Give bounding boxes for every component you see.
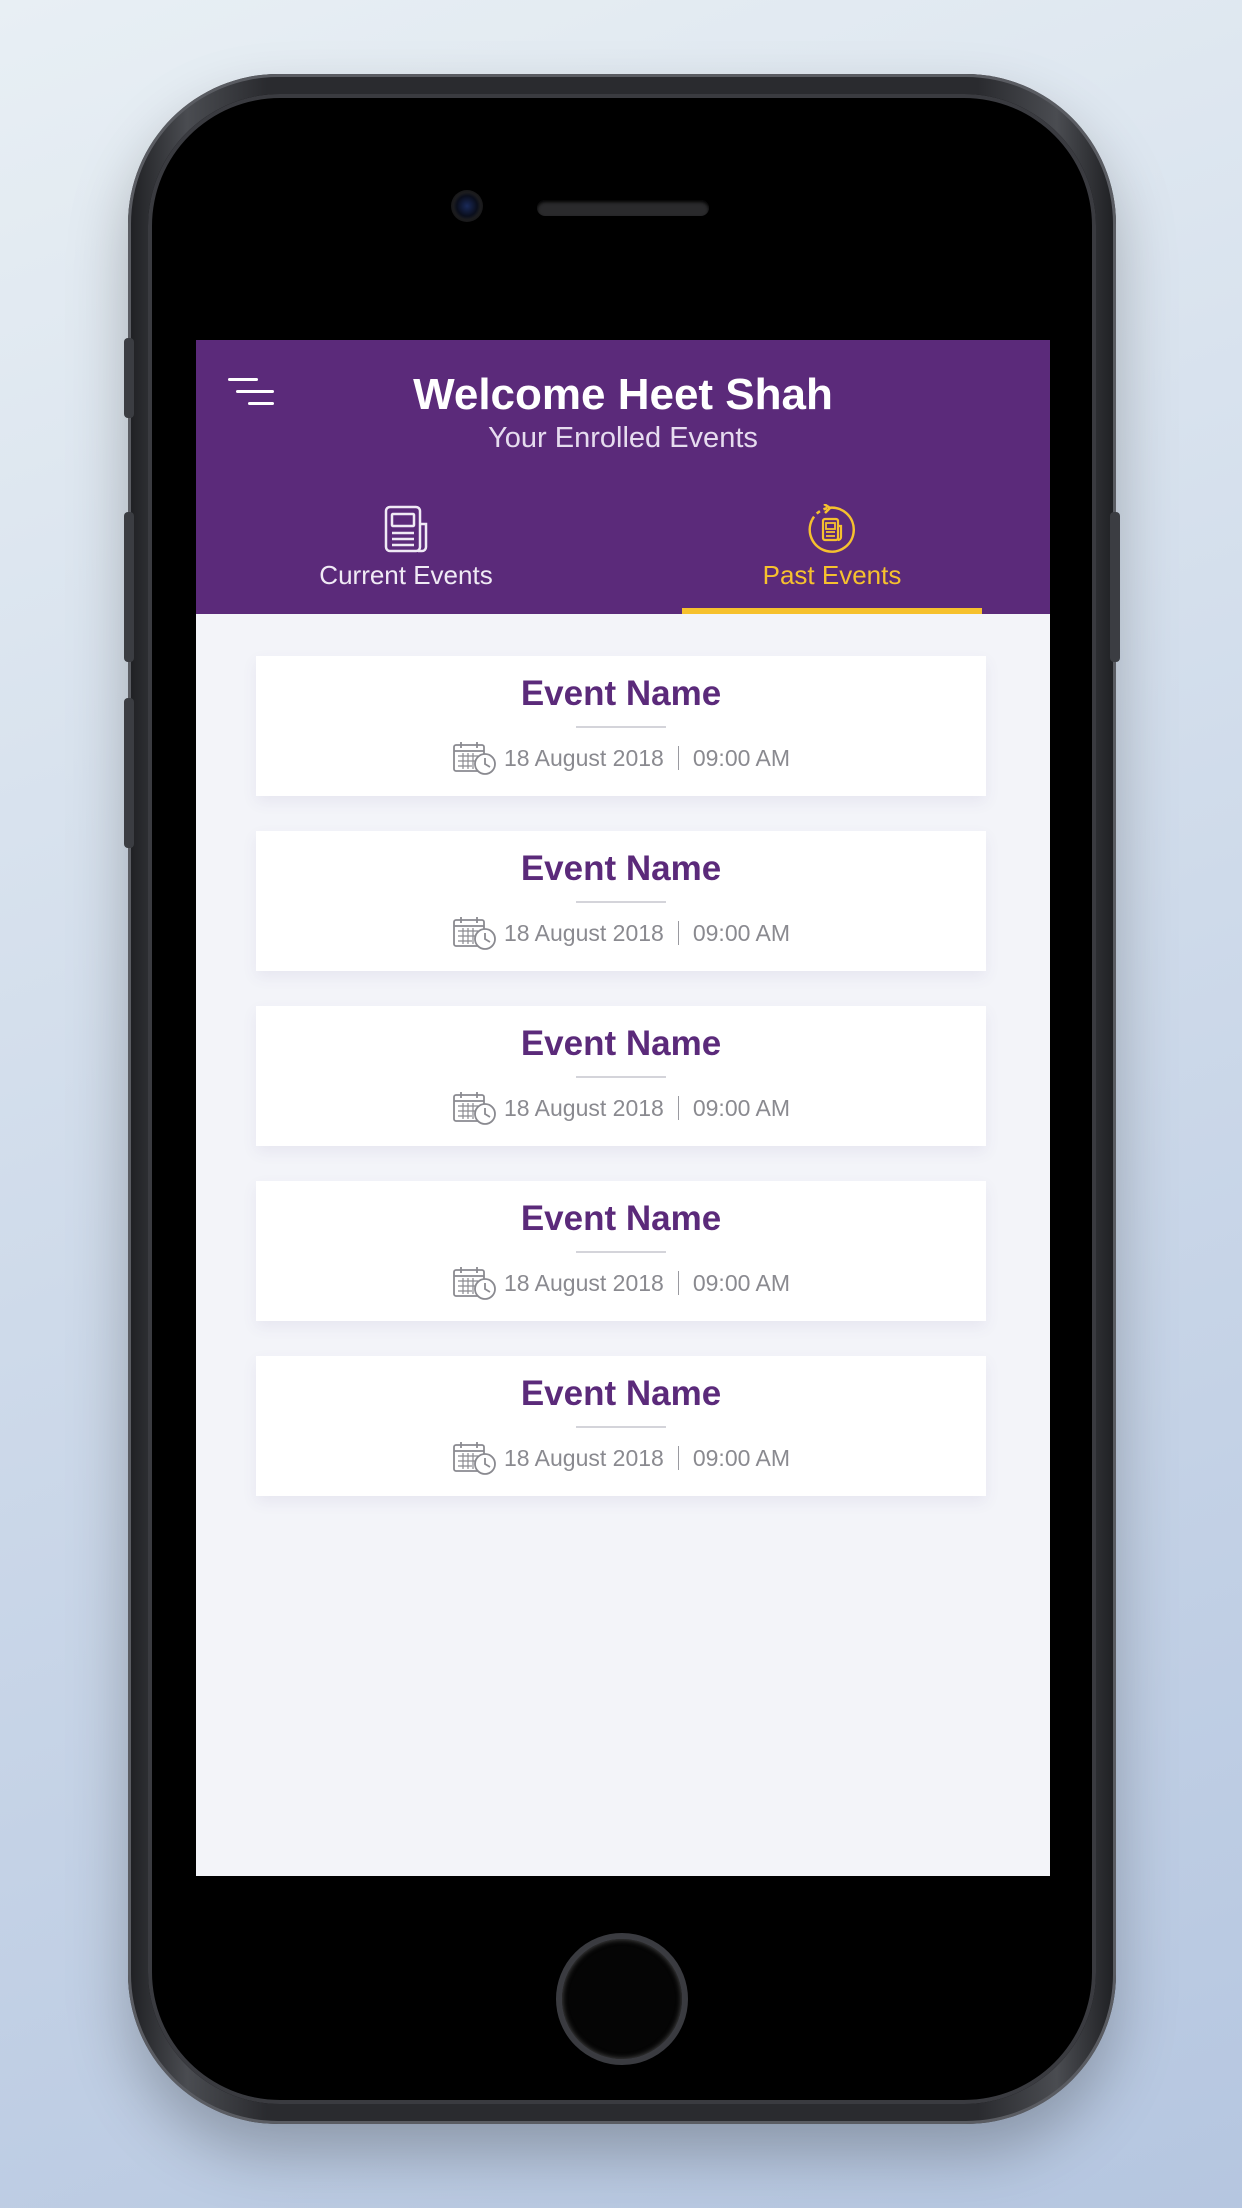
tab-label: Past Events xyxy=(762,560,902,590)
event-date: 18 August 2018 xyxy=(503,1444,664,1471)
event-card[interactable]: Event Name 18 August 2018 09:00 AM xyxy=(256,831,986,971)
event-time: 09:00 AM xyxy=(692,1269,791,1296)
phone-power-button xyxy=(1110,512,1120,662)
event-date: 18 August 2018 xyxy=(503,744,664,771)
separator xyxy=(677,1096,679,1120)
calendar-clock-icon xyxy=(453,1092,496,1125)
divider xyxy=(576,1251,666,1253)
phone-silent-switch xyxy=(124,338,134,418)
event-datetime: 18 August 2018 09:00 AM xyxy=(256,1090,986,1126)
home-button[interactable] xyxy=(556,1933,688,2065)
phone-volume-down-button xyxy=(124,698,134,848)
front-camera xyxy=(451,190,483,222)
divider xyxy=(576,901,666,903)
event-name: Event Name xyxy=(520,849,722,888)
page-subtitle: Your Enrolled Events xyxy=(488,422,758,454)
separator xyxy=(677,746,679,770)
event-datetime: 18 August 2018 09:00 AM xyxy=(256,1265,986,1301)
event-time: 09:00 AM xyxy=(692,1444,791,1471)
separator xyxy=(677,1446,679,1470)
event-datetime: 18 August 2018 09:00 AM xyxy=(256,740,986,776)
divider xyxy=(576,1076,666,1078)
app-header: Welcome Heet Shah Your Enrolled Events C… xyxy=(196,340,1050,614)
event-name: Event Name xyxy=(520,674,722,713)
event-time: 09:00 AM xyxy=(692,1094,791,1121)
active-tab-indicator xyxy=(682,608,982,614)
event-card[interactable]: Event Name 18 August 2018 09:00 AM xyxy=(256,1356,986,1496)
app-screen: Welcome Heet Shah Your Enrolled Events C… xyxy=(196,340,1050,1876)
calendar-clock-icon xyxy=(453,742,496,775)
event-name: Event Name xyxy=(520,1199,722,1238)
event-name: Event Name xyxy=(520,1374,722,1413)
event-date: 18 August 2018 xyxy=(503,919,664,946)
calendar-clock-icon xyxy=(453,1267,496,1300)
tab-past-events[interactable]: Past Events xyxy=(682,500,982,614)
divider xyxy=(576,1426,666,1428)
event-card[interactable]: Event Name 18 August 2018 09:00 AM xyxy=(256,1181,986,1321)
history-newspaper-icon xyxy=(808,504,856,553)
calendar-clock-icon xyxy=(453,1442,496,1475)
event-date: 18 August 2018 xyxy=(503,1269,664,1296)
event-datetime: 18 August 2018 09:00 AM xyxy=(256,915,986,951)
event-list: Event Name 18 August 2018 09:00 AM Event… xyxy=(256,656,986,1531)
event-card[interactable]: Event Name 18 August 2018 09:00 AM xyxy=(256,656,986,796)
tab-current-events[interactable]: Current Events xyxy=(256,500,556,614)
earpiece-speaker xyxy=(537,200,709,216)
tab-label: Current Events xyxy=(319,560,493,590)
newspaper-icon xyxy=(384,505,428,553)
phone-volume-up-button xyxy=(124,512,134,662)
calendar-clock-icon xyxy=(453,917,496,950)
page-title: Welcome Heet Shah xyxy=(413,370,833,419)
divider xyxy=(576,726,666,728)
event-time: 09:00 AM xyxy=(692,744,791,771)
event-time: 09:00 AM xyxy=(692,919,791,946)
event-card[interactable]: Event Name 18 August 2018 09:00 AM xyxy=(256,1006,986,1146)
event-date: 18 August 2018 xyxy=(503,1094,664,1121)
separator xyxy=(677,921,679,945)
event-datetime: 18 August 2018 09:00 AM xyxy=(256,1440,986,1476)
event-name: Event Name xyxy=(520,1024,722,1063)
separator xyxy=(677,1271,679,1295)
